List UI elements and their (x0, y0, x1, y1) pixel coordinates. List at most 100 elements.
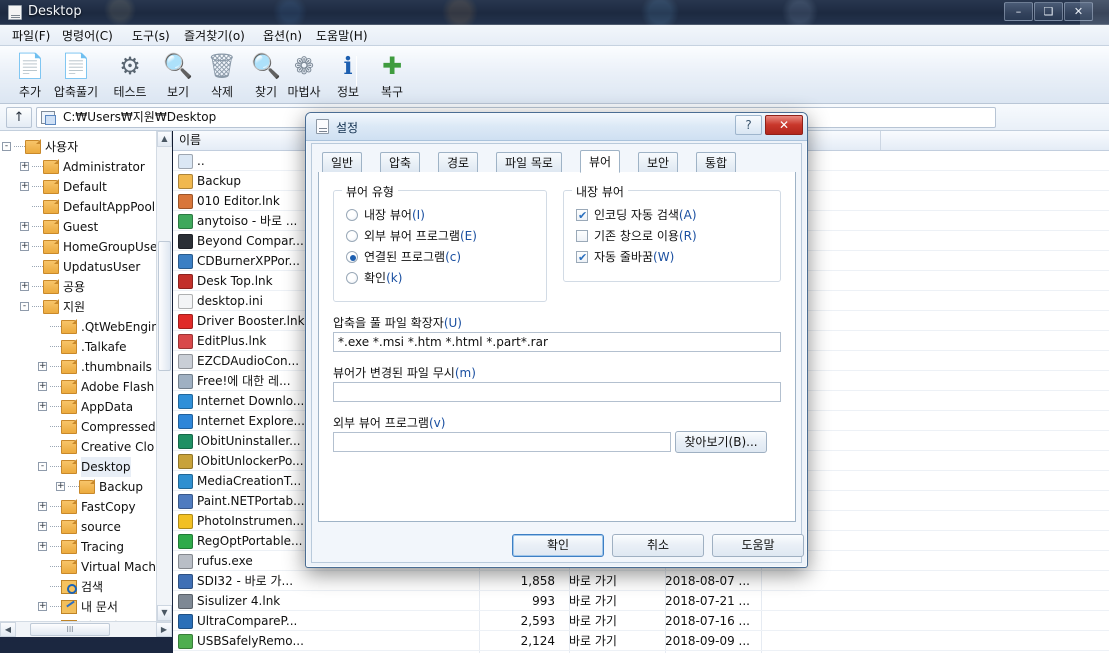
tab-6[interactable]: 통합 (696, 152, 737, 173)
tree-connector-18 (50, 506, 61, 507)
tree-expander-8[interactable]: - (20, 302, 29, 311)
file-date-cell: 2018-07-21 ... (665, 594, 750, 608)
viewer-type-group: 뷰어 유형 내장 뷰어(I) 외부 뷰어 프로그램(E) 연결된 프로그램(c) 확인… (333, 183, 547, 302)
table-row[interactable]: SDI32 - 바로 가... 1,858 바로 가기 2018-08-07 ... (173, 571, 1109, 591)
tree-expander-5[interactable]: + (20, 242, 29, 251)
radio-button-1[interactable] (346, 230, 358, 242)
menu-item-3[interactable]: 즐겨찾기(o) (178, 28, 251, 44)
tree-node-label-0: 사용자 (45, 140, 79, 154)
file-name-cell: USBSafelyRemo... (197, 634, 304, 648)
folder-icon (61, 559, 77, 574)
cancel-button[interactable]: 취소 (612, 534, 704, 557)
parent-folder-icon (178, 154, 193, 169)
tree-connector-23 (50, 606, 61, 607)
checkbox-2[interactable] (576, 248, 588, 268)
tab-0[interactable]: 일반 (322, 152, 363, 173)
radio-button-0[interactable] (346, 209, 358, 221)
tab-4[interactable]: 뷰어 (580, 150, 621, 173)
file-name-cell: SDI32 - 바로 가... (197, 574, 294, 588)
external-viewer-label: 외부 뷰어 프로그램(v) (333, 414, 445, 431)
menu-item-5[interactable]: 도움말(H) (310, 28, 374, 44)
file-name-cell: Paint.NETPortab... (197, 494, 305, 508)
tree-connector-1 (32, 166, 43, 167)
viewer-type-label-2: 연결된 프로그램(c) (364, 247, 461, 267)
maximize-button[interactable]: ❑ (1034, 2, 1063, 21)
menu-item-2[interactable]: 도구(s) (126, 28, 176, 44)
tree-scroll-right-arrow[interactable]: ▶ (156, 622, 172, 637)
extract-icon: 📄 (61, 52, 91, 80)
cell-divider-3 (761, 591, 762, 610)
folder-tree-pane[interactable]: - 사용자 + Administrator + Default DefaultAppPool… (0, 131, 172, 637)
tree-expander-23[interactable]: + (38, 602, 47, 611)
tree-expander-4[interactable]: + (20, 222, 29, 231)
toolbar-label-8: 복구 (380, 85, 404, 99)
viewer-type-label-1: 외부 뷰어 프로그램(E) (364, 226, 477, 246)
menu-item-1[interactable]: 명령어(C) (56, 28, 119, 44)
tab-1[interactable]: 압축 (380, 152, 421, 173)
checkbox-0[interactable] (576, 206, 588, 226)
tree-node-label-17: Backup (99, 480, 143, 494)
tree-connector-19 (50, 526, 61, 527)
tree-expander-7[interactable]: + (20, 282, 29, 291)
check-hotkey-2: (W) (653, 250, 675, 264)
menu-item-0[interactable]: 파일(F) (6, 28, 56, 44)
tree-horizontal-scrollbar[interactable]: ◀ III ▶ (0, 621, 172, 637)
file-name-cell: Driver Booster.lnk (197, 314, 305, 328)
settings-dialog: 설정 ? ✕ 일반 압축 경로 파일 목로 뷰어 보안 통합 뷰어 유형 내장 뷰어(I) 외… (305, 112, 808, 568)
browse-button[interactable]: 찾아보기(B)... (675, 431, 767, 453)
file-type-cell: 바로 가기 (569, 594, 617, 608)
tree-scroll-left-arrow[interactable]: ◀ (0, 622, 16, 637)
up-one-level-button[interactable]: ↑ (6, 107, 32, 128)
tree-scroll-down-arrow[interactable]: ▼ (157, 605, 172, 621)
ok-button[interactable]: 확인 (512, 534, 604, 557)
table-row[interactable]: USBSafelyRemo... 2,124 바로 가기 2018-09-09 ... (173, 631, 1109, 651)
tree-node-label-8: 지원 (63, 300, 86, 314)
tree-expander-16[interactable]: - (38, 462, 47, 471)
checkbox-1[interactable] (576, 230, 588, 242)
table-row[interactable]: UltraCompareP... 2,593 바로 가기 2018-07-16 ... (173, 611, 1109, 631)
tree-scroll-up-arrow[interactable]: ▲ (157, 131, 172, 147)
tree-hscroll-thumb[interactable]: III (30, 623, 110, 636)
tree-vertical-scrollbar[interactable]: ▲ ▼ (156, 131, 172, 621)
file-size-cell: 993 (532, 594, 555, 608)
field-hotkey-0: (U) (443, 316, 462, 330)
tree-expander-0[interactable]: - (2, 142, 11, 151)
tab-2[interactable]: 경로 (438, 152, 479, 173)
radio-button-3[interactable] (346, 272, 358, 284)
tree-expander-2[interactable]: + (20, 182, 29, 191)
close-button[interactable]: ✕ (1064, 2, 1093, 21)
toolbar-button-test-gear[interactable]: ⚙ 테스트 (104, 50, 156, 102)
tree-expander-19[interactable]: + (38, 522, 47, 531)
tree-expander-17[interactable]: + (56, 482, 65, 491)
tree-expander-1[interactable]: + (20, 162, 29, 171)
app-icon (178, 234, 193, 249)
tree-expander-20[interactable]: + (38, 542, 47, 551)
toolbar-button-extract[interactable]: 📄 압축풀기 (50, 50, 102, 102)
tree-scroll-thumb[interactable] (158, 241, 171, 371)
external-viewer-input[interactable] (333, 432, 671, 452)
radio-button-2[interactable] (346, 251, 358, 263)
toolbar-button-add[interactable]: 📄 추가 (4, 50, 56, 102)
tab-3[interactable]: 파일 목로 (496, 152, 562, 173)
folder-icon (61, 459, 77, 474)
table-row[interactable]: Sisulizer 4.lnk 993 바로 가기 2018-07-21 ... (173, 591, 1109, 611)
help-button[interactable]: 도움말 (712, 534, 804, 557)
minimize-button[interactable]: – (1004, 2, 1033, 21)
ignore-changed-files-input[interactable] (333, 382, 781, 402)
dialog-help-button[interactable]: ? (735, 115, 762, 135)
file-name-cell: UltraCompareP... (197, 614, 298, 628)
ini-file-icon (178, 294, 193, 309)
tab-5[interactable]: 보안 (638, 152, 679, 173)
toolbar-button-repair[interactable]: ✚ 복구 (366, 50, 418, 102)
tree-expander-11[interactable]: + (38, 362, 47, 371)
menu-item-4[interactable]: 옵션(n) (257, 28, 308, 44)
tree-expander-12[interactable]: + (38, 382, 47, 391)
tree-expander-18[interactable]: + (38, 502, 47, 511)
window-title: Desktop (28, 4, 82, 19)
builtin-viewer-group-label: 내장 뷰어 (572, 183, 628, 200)
tree-expander-13[interactable]: + (38, 402, 47, 411)
app-icon (178, 254, 193, 269)
dialog-close-button[interactable]: ✕ (765, 115, 803, 135)
file-name-cell: rufus.exe (197, 554, 253, 568)
extract-extensions-input[interactable]: *.exe *.msi *.htm *.html *.part*.rar (333, 332, 781, 352)
